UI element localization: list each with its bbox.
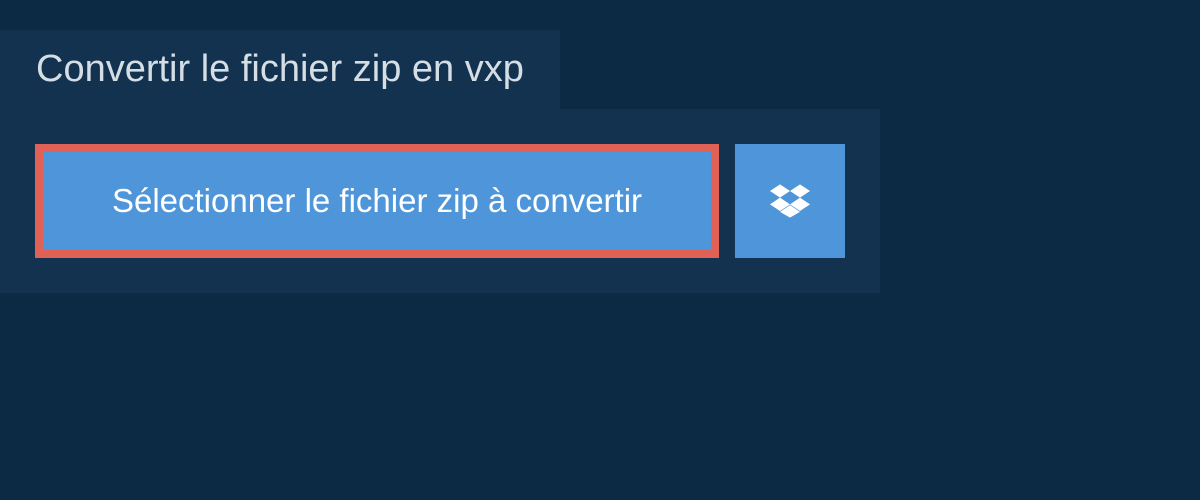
- select-file-label: Sélectionner le fichier zip à convertir: [112, 182, 642, 220]
- converter-container: Convertir le fichier zip en vxp Sélectio…: [0, 0, 1200, 293]
- upload-panel: Sélectionner le fichier zip à convertir: [0, 109, 880, 293]
- select-file-button[interactable]: Sélectionner le fichier zip à convertir: [35, 144, 719, 258]
- page-title: Convertir le fichier zip en vxp: [0, 30, 560, 109]
- dropbox-icon: [770, 181, 810, 221]
- title-text: Convertir le fichier zip en vxp: [36, 48, 524, 90]
- dropbox-button[interactable]: [735, 144, 845, 258]
